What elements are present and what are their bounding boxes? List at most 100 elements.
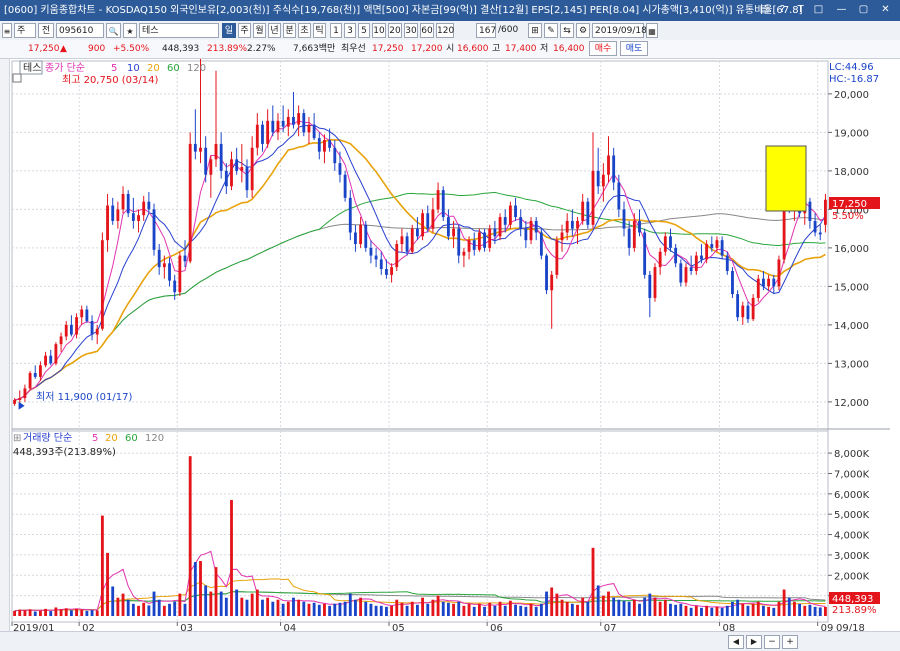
candle-body <box>725 255 729 271</box>
volume-bar <box>514 604 517 616</box>
candle-body <box>627 228 631 248</box>
volume-bar <box>493 605 497 616</box>
sell-button[interactable]: 매도 <box>620 41 648 56</box>
candle-body <box>524 228 528 241</box>
close-button[interactable]: ✕ <box>878 3 893 17</box>
interval-3-button[interactable]: 3 <box>344 23 356 38</box>
volume-bar <box>813 606 817 616</box>
maximize-button[interactable]: ▢ <box>856 3 871 17</box>
candle-body <box>38 365 42 377</box>
period-second-button[interactable]: 초 <box>298 23 311 38</box>
volume-bar <box>519 605 523 616</box>
calendar-icon[interactable]: ▦ <box>646 23 658 38</box>
window-title: [0600] 키움종합차트 - KOSDAQ150 외국인보유[2,003(천)… <box>4 5 803 16</box>
interval-60-button[interactable]: 60 <box>420 23 434 38</box>
settings-icon[interactable]: ⚙ <box>576 23 590 38</box>
period-minute-button[interactable]: 분 <box>283 23 296 38</box>
volume-bar <box>777 601 781 616</box>
search-icon[interactable]: 🔍 <box>106 23 121 38</box>
volume-bar <box>90 610 94 616</box>
interval-10-button[interactable]: 10 <box>372 23 386 38</box>
volume-bar <box>405 605 409 616</box>
candle-body <box>669 236 672 248</box>
help-icon[interactable]: ? <box>775 3 790 17</box>
stock-code-input[interactable]: 095610 <box>56 23 104 38</box>
scroll-right-icon[interactable]: ▶ <box>746 635 762 649</box>
marker-box[interactable] <box>765 145 807 212</box>
display-count-input[interactable]: 167 <box>476 23 496 38</box>
candle-body <box>162 263 166 268</box>
candle-body <box>477 232 481 250</box>
candle-body <box>199 147 202 152</box>
volume-bar <box>767 606 771 616</box>
volume-bar <box>266 597 270 616</box>
frame-icon[interactable]: □ <box>811 3 826 17</box>
type-select[interactable]: 주 <box>14 23 36 38</box>
toolbar-grip-icon[interactable]: ≡ <box>2 23 12 38</box>
text-mode-icon[interactable]: T <box>793 3 808 17</box>
volume-bar <box>69 610 73 616</box>
volume-bar <box>348 593 352 616</box>
volume-bar <box>555 593 559 616</box>
candle-body <box>658 251 662 268</box>
panel-toggle-icon[interactable] <box>12 73 22 83</box>
minimize-button[interactable]: — <box>834 3 849 17</box>
interval-120-button[interactable]: 120 <box>436 23 454 38</box>
chart-scrollbar[interactable]: ◀ ▶ − + <box>0 631 900 651</box>
stock-name-field[interactable]: 테스 <box>139 23 219 38</box>
candle-body <box>576 220 579 229</box>
swap-icon[interactable]: ⇆ <box>560 23 574 38</box>
volume-bar <box>374 605 378 616</box>
period-tick-button[interactable]: 틱 <box>313 23 326 38</box>
candle-body <box>731 270 734 295</box>
display-total-label: /600 <box>498 25 519 35</box>
volume-bar <box>720 607 724 616</box>
candle-body <box>379 259 383 270</box>
scroll-left-icon[interactable]: ◀ <box>728 635 744 649</box>
volume-bar <box>467 603 471 616</box>
volume-bar <box>44 608 47 616</box>
period-month-button[interactable]: 월 <box>253 23 266 38</box>
volume-panel-toggle[interactable]: ⊞ <box>13 433 21 444</box>
zoom-in-icon[interactable]: + <box>782 635 798 649</box>
candle-body <box>467 240 471 252</box>
period-year-button[interactable]: 년 <box>268 23 281 38</box>
candle-body <box>519 217 523 229</box>
volume-bar <box>38 610 42 616</box>
left-chart-handle[interactable] <box>0 59 10 631</box>
candle-body <box>410 228 414 252</box>
candle-body <box>312 124 316 139</box>
candle-body <box>168 263 171 281</box>
ma5-line <box>14 119 826 401</box>
last-price-tag: 17,250 <box>832 199 867 210</box>
volume-axis-label: 4,000K <box>834 531 870 542</box>
candle-body <box>100 240 104 329</box>
volume-bar <box>364 601 368 616</box>
grid-icon[interactable]: ⊞ <box>528 23 542 38</box>
interval-1-button[interactable]: 1 <box>330 23 342 38</box>
price-axis-label: 13,000 <box>834 359 869 370</box>
candle-body <box>348 197 352 233</box>
buy-button[interactable]: 매수 <box>589 41 617 56</box>
draw-icon[interactable]: ✎ <box>544 23 558 38</box>
volume-bar <box>369 603 373 616</box>
restore-layout-icon[interactable]: ▤ <box>757 3 772 17</box>
period-week-button[interactable]: 주 <box>238 23 251 38</box>
volume-bar <box>281 603 285 616</box>
candle-body <box>188 143 192 262</box>
volume-bar <box>106 552 109 616</box>
volume-bar <box>333 603 337 616</box>
date-input[interactable]: 2019/09/18 <box>592 23 647 38</box>
interval-30-button[interactable]: 30 <box>404 23 418 38</box>
interval-20-button[interactable]: 20 <box>388 23 402 38</box>
volume-bar <box>591 547 595 616</box>
period-day-button[interactable]: 일 <box>222 23 236 38</box>
volume-bar <box>632 599 636 616</box>
volume-bar <box>224 597 228 616</box>
price-tab-label[interactable]: 테스 <box>23 62 41 74</box>
range-button[interactable]: 전 <box>38 23 54 38</box>
favorite-icon[interactable]: ★ <box>123 23 137 38</box>
zoom-out-icon[interactable]: − <box>764 635 780 649</box>
candle-body <box>354 232 357 245</box>
interval-5-button[interactable]: 5 <box>358 23 370 38</box>
